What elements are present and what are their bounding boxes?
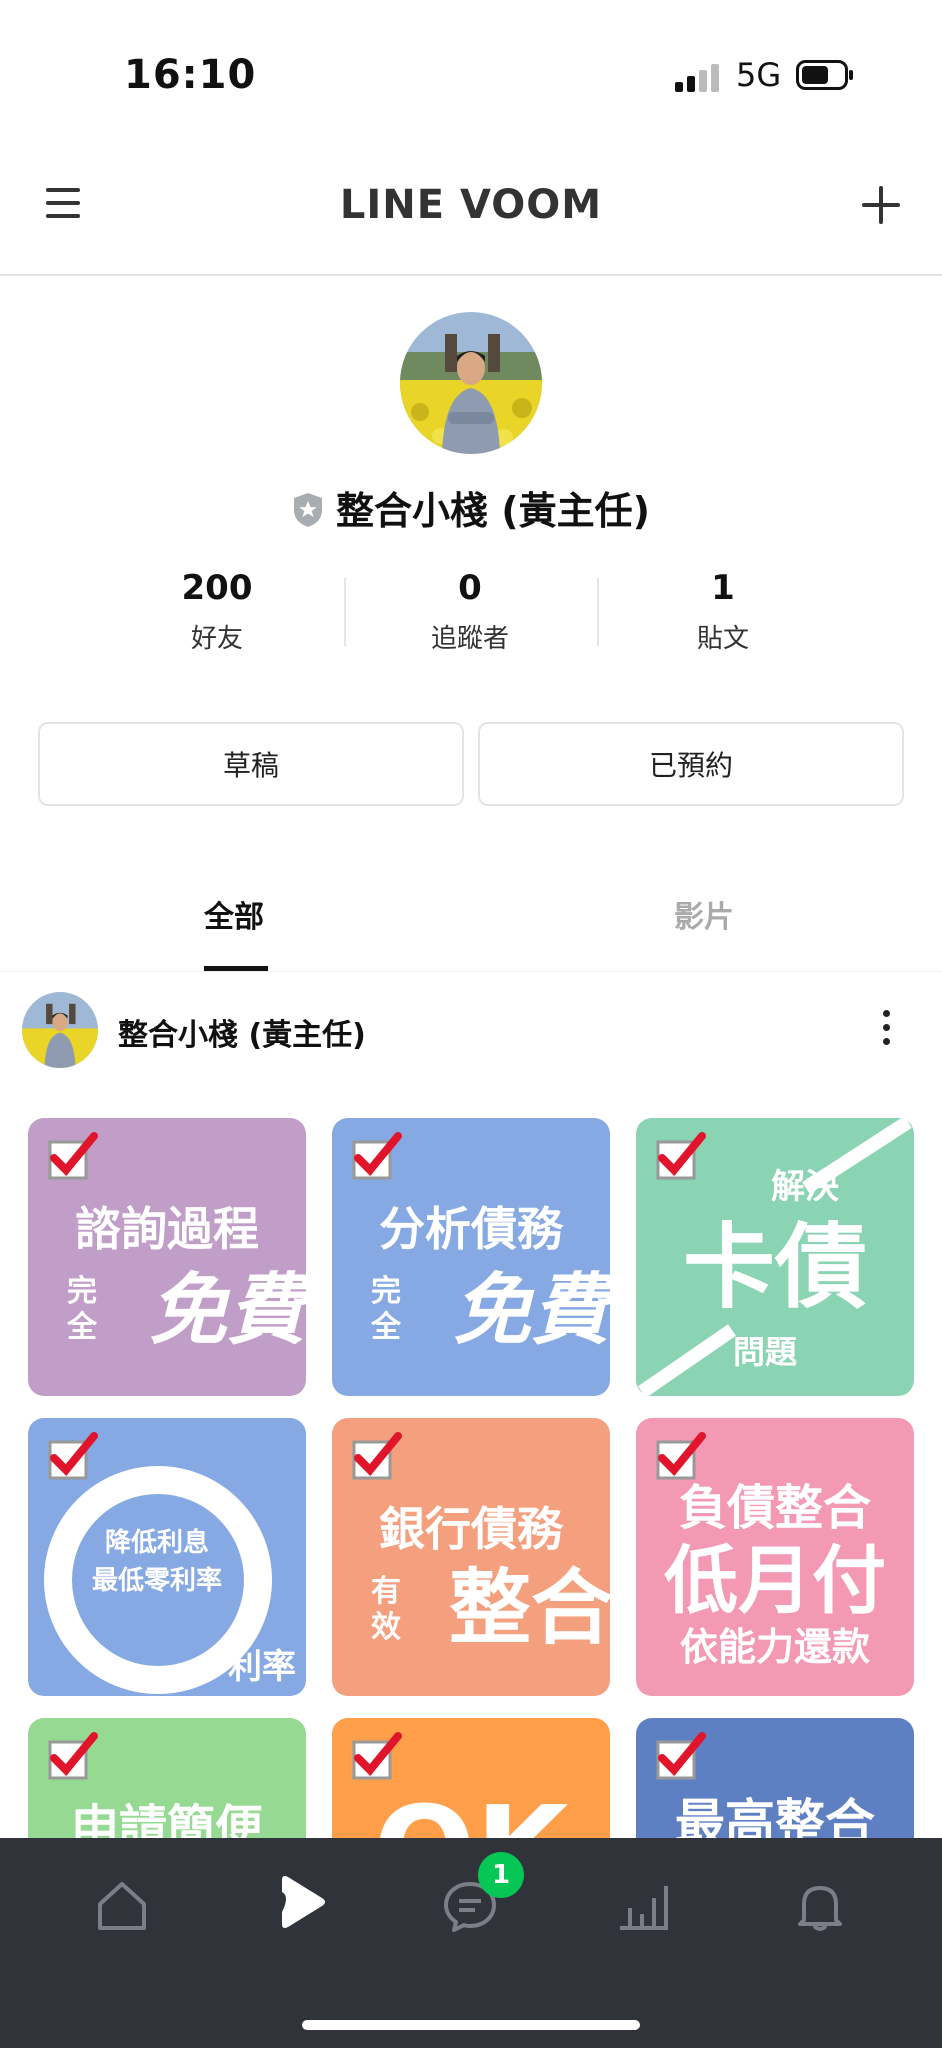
stat-label: 追蹤者 [430,624,509,654]
status-time: 16:10 [124,52,257,98]
post-author-avatar[interactable] [22,992,98,1068]
battery-icon [796,60,853,90]
home-indicator[interactable] [302,2020,640,2030]
tile-text: 降低利息 [104,1528,209,1558]
stat-divider [344,578,346,646]
tile-text: 利率 [228,1647,296,1687]
tile-text: 分析債務 [379,1202,563,1256]
checkbox-icon [656,1432,706,1480]
checkbox-icon [48,1132,98,1180]
checkbox-icon [48,1432,98,1480]
stat-value: 1 [711,568,735,608]
post-tile[interactable]: 解決 卡債 問題 [636,1118,914,1396]
checkbox-icon [352,1732,402,1780]
tile-text: 銀行債務 [379,1502,563,1556]
profile-name: 整合小棧 (黃主任) [336,489,650,533]
tile-text: 問題 [732,1333,797,1371]
stat-friends[interactable]: 200 好友 [117,568,317,655]
checkbox-icon [352,1132,402,1180]
official-shield-icon [294,493,323,527]
tab-divider [0,971,942,972]
home-icon[interactable] [94,1878,150,1934]
tile-text: 依能力還款 [679,1625,870,1669]
checkbox-icon [656,1732,706,1780]
chat-badge: 1 [478,1852,524,1898]
post-author-name[interactable]: 整合小棧 (黃主任) [118,1010,366,1054]
stat-divider [597,578,599,646]
stat-value: 200 [181,568,253,608]
post-tile[interactable]: 銀行債務 有效 整合 [332,1418,610,1696]
post-tile[interactable]: 諮詢過程 完全 免費 [28,1118,306,1396]
network-label: 5G [736,56,782,94]
stat-posts[interactable]: 1 貼文 [623,568,823,655]
tile-text: 最低零利率 [91,1566,222,1596]
scheduled-button[interactable]: 已預約 [478,722,904,806]
tile-text: 負債整合 [678,1480,871,1536]
stat-label: 好友 [190,624,243,654]
tab-all[interactable]: 全部 [84,892,384,936]
post-tile[interactable]: 降低利息 最低零利率 利率 [28,1418,306,1696]
stats-icon[interactable] [616,1878,672,1934]
header-divider [0,274,942,276]
bell-icon[interactable] [792,1878,848,1934]
tile-text: 整合 [448,1561,610,1656]
checkbox-icon [352,1432,402,1480]
drafts-button[interactable]: 草稿 [38,722,464,806]
tab-video[interactable]: 影片 [554,892,854,936]
post-tile[interactable]: 分析債務 完全 免費 [332,1118,610,1396]
tile-text: 諮詢過程 [75,1202,259,1256]
profile-avatar[interactable] [400,312,542,454]
tile-text: 免費 [452,1266,609,1356]
tile-text: 卡債 [682,1214,867,1321]
app-header: LINE VOOM [0,150,942,274]
profile-name-row: 整合小棧 (黃主任) [0,480,942,535]
signal-icon [675,62,721,92]
page-title: LINE VOOM [339,182,603,228]
voom-icon[interactable] [270,1872,330,1932]
post-tile[interactable]: 負債整合 低月付 依能力還款 [636,1418,914,1696]
more-options-icon[interactable] [880,1010,892,1046]
stat-label: 貼文 [696,624,749,654]
tile-text: 低月付 [664,1538,886,1624]
add-post-icon[interactable] [862,186,900,224]
tile-text: 解決 [771,1167,839,1207]
stat-followers[interactable]: 0 追蹤者 [370,568,570,655]
stat-value: 0 [458,568,482,608]
checkbox-icon [48,1732,98,1780]
bottom-nav: 1 [0,1838,942,2048]
tile-text: 免費 [148,1266,305,1356]
